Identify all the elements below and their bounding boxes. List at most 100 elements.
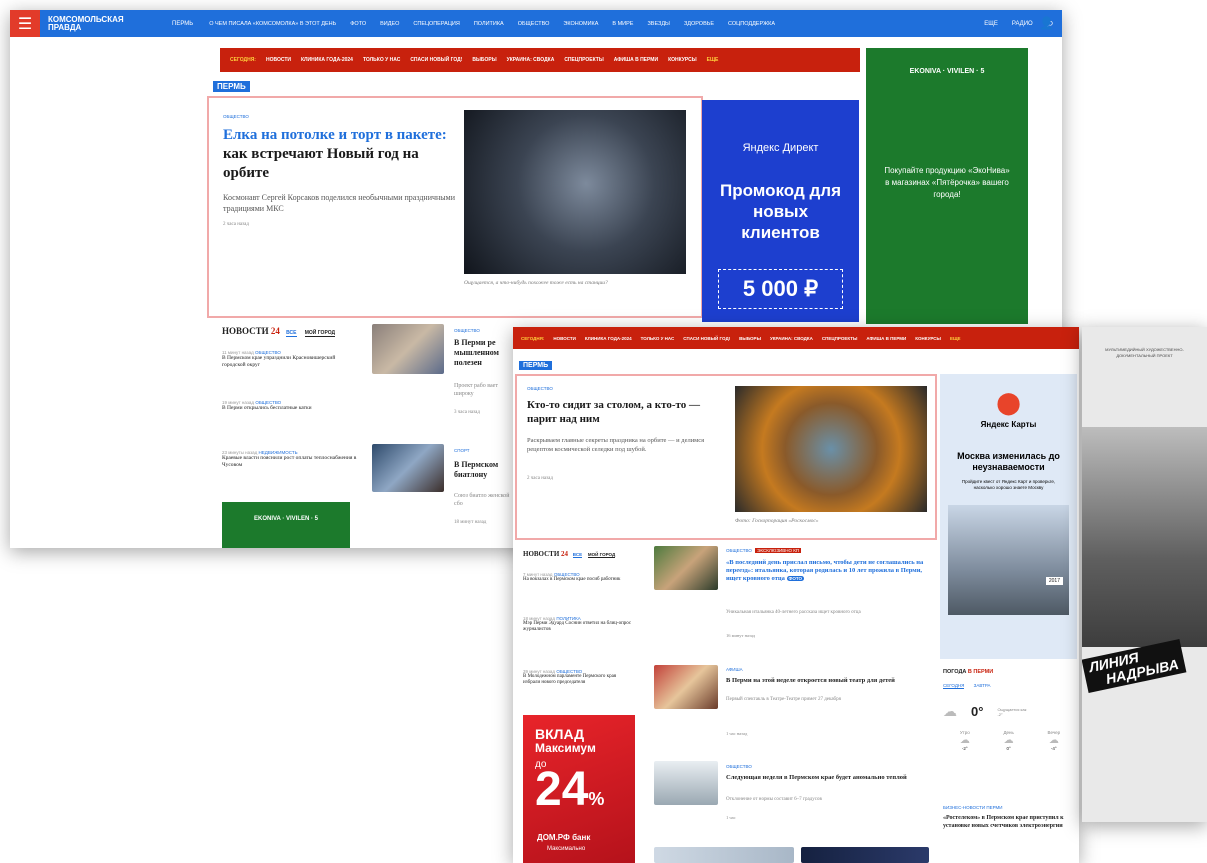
card-title[interactable]: В Пермском биатлону [454,460,514,480]
card-exclusive-tag[interactable]: ЭКСКЛЮЗИВНО КП [755,548,802,553]
top-nav-link[interactable]: ПОЛИТИКА [474,21,504,27]
section-nav-item[interactable]: АФИША В ПЕРМИ [866,336,906,341]
section-nav-item[interactable]: СПЕЦПРОЕКТЫ [564,57,603,63]
top-nav-link[interactable]: О ЧЕМ ПИСАЛА «КОМСОМОЛКА» В ЭТОТ ДЕНЬ [209,21,336,27]
section-nav-item[interactable]: КЛИНИКА ГОДА-2024 [585,336,632,341]
weather-period: Вечер ☁ -4° [1047,730,1060,751]
top-nav-link[interactable]: ВИДЕО [380,21,399,27]
news-item[interactable]: 18 минут назад ПОЛИТИКА Мэр Перми Эдуард… [523,616,633,633]
section-nav-item[interactable]: СПАСИ НОВЫЙ ГОД! [410,57,462,63]
section-nav-item[interactable]: СПЕЦПРОЕКТЫ [822,336,857,341]
ad-ekoniva[interactable]: EKONIVA · VIVILEN · 5 Покупайте продукци… [866,48,1028,324]
menu-icon[interactable]: ☰ [10,10,40,37]
weather-tab-tomorrow[interactable]: ЗАВТРА [974,683,991,688]
section-nav-more[interactable]: ЕЩЕ [950,336,961,341]
news-card-thumb[interactable] [801,847,929,863]
card-title[interactable]: В Перми на этой неделе откроется новый т… [726,677,931,685]
ad-bank-rate: 24% [535,766,635,823]
weather-widget: ПОГОДА В ПЕРМИ СЕГОДНЯ ЗАВТРА ☁ 0° Ощуща… [943,669,1077,751]
top-nav-link[interactable]: ЗДОРОВЬЕ [684,21,714,27]
lead-title-highlight: Елка на потолке и торт в пакете: [223,127,447,143]
section-nav-item[interactable]: СПАСИ НОВЫЙ ГОД! [683,336,730,341]
news-tab-city[interactable]: МОЙ ГОРОД [587,552,616,558]
news-item[interactable]: 11 минут назад ОБЩЕСТВО В Пермском крае … [222,350,357,369]
lead-photo[interactable] [735,386,927,512]
card-text: Отклонение от нормы составит 6–7 градусо… [726,797,822,802]
top-nav-link[interactable]: СОЦПОДДЕРЖКА [728,21,775,27]
card-tag[interactable]: ОБЩЕСТВО [726,548,752,553]
news-tab-all[interactable]: ВСЕ [286,330,297,337]
news-header-title: НОВОСТИ [222,326,269,336]
card-title[interactable]: Следующая неделя в Пермском крае будет а… [726,774,931,782]
more-menu[interactable]: ЕЩЕ [984,21,998,27]
section-nav-item[interactable]: НОВОСТИ [553,336,576,341]
section-nav-item[interactable]: КОНКУРСЫ [915,336,941,341]
news-card-thumb[interactable] [654,546,718,590]
business-news-block[interactable]: БИЗНЕС-НОВОСТИ ПЕРМИ «Ростелеком» в Перм… [943,805,1077,830]
news-card-thumb[interactable] [372,324,444,374]
weather-desc: Ощущается как -2° [997,706,1027,717]
card-tag[interactable]: ОБЩЕСТВО [454,328,480,333]
section-nav-item[interactable]: КЛИНИКА ГОДА-2024 [301,57,353,63]
ad-bank-brand: ДОМ.РФ банк [537,833,591,842]
news-card-thumb[interactable] [654,761,718,805]
section-nav-item[interactable]: КОНКУРСЫ [668,57,697,63]
news-card-thumb[interactable] [654,665,718,709]
lead-photo[interactable] [464,110,686,274]
top-nav-link[interactable]: ОБЩЕСТВО [518,21,550,27]
section-nav-item[interactable]: УКРАИНА: СВОДКА [770,336,813,341]
news-card-thumb[interactable] [372,444,444,492]
lead-tag[interactable]: ОБЩЕСТВО [527,386,553,391]
ad-bank-deposit[interactable]: ВКЛАД Максимум до 24% ДОМ.РФ банк Максим… [523,715,635,863]
news-card-thumb[interactable] [654,847,794,863]
weather-current: ☁ 0° Ощущается как -2° [943,703,1077,720]
news-item[interactable]: 19 минут назад ОБЩЕСТВО В Перми открылис… [222,400,357,412]
lead-story-card[interactable]: ОБЩЕСТВО Кто-то сидит за столом, а кто-т… [515,374,937,540]
user-icon[interactable]: 👤 [1039,16,1054,30]
section-nav-item[interactable]: УКРАИНА: СВОДКА [507,57,555,63]
top-nav-link[interactable]: В МИРЕ [612,21,633,27]
news-item[interactable]: 23 минуты назад НЕДВИЖИМОСТЬ Краевые вла… [222,450,357,469]
news-item[interactable]: 7 минут назад ОБЩЕСТВО На вокзалах в Пер… [523,572,633,583]
ad-headline: Промокод для новых клиентов [720,181,841,242]
news-tab-city[interactable]: МОЙ ГОРОД [304,330,336,337]
business-news-tag[interactable]: БИЗНЕС-НОВОСТИ ПЕРМИ [943,805,1077,810]
section-nav-more[interactable]: ЕЩЕ [707,57,719,63]
card-title[interactable]: «В последний день прислал письмо, чтобы … [726,559,936,583]
section-nav-item[interactable]: НОВОСТИ [266,57,291,63]
region-label[interactable]: ПЕРМЬ [213,81,250,92]
section-nav: СЕГОДНЯ: НОВОСТИ КЛИНИКА ГОДА-2024 ТОЛЬК… [220,48,860,72]
weather-tab-today[interactable]: СЕГОДНЯ [943,683,965,689]
weather-title: ПОГОДА В ПЕРМИ [943,669,1077,675]
ad-ekoniva-small[interactable]: EKONIVA · VIVILEN · 5 [222,502,350,548]
card-tag[interactable]: АФИША [726,667,743,672]
card-tag[interactable]: ОБЩЕСТВО [726,764,752,769]
screenshot-ad-banner: МУЛЬТИМЕДИЙНЫЙ ХУДОЖЕСТВЕННО-ДОКУМЕНТАЛЬ… [1082,327,1207,822]
section-nav-item[interactable]: ТОЛЬКО У НАС [641,336,675,341]
section-nav-item[interactable]: АФИША В ПЕРМИ [614,57,658,63]
top-nav-link[interactable]: ФОТО [350,21,366,27]
top-nav-link[interactable]: СПЕЦОПЕРАЦИЯ [413,21,459,27]
card-tag[interactable]: СПОРТ [454,448,470,453]
promo-title[interactable]: ЛИНИЯ НАДРЫВА [1082,638,1187,694]
region-label[interactable]: ПЕРМЬ [519,361,553,370]
top-nav-link[interactable]: ЗВЕЗДЫ [647,21,669,27]
card-title[interactable]: В Перми ре мышленном полезен [454,338,514,368]
site-logo[interactable]: КОМСОМОЛЬСКАЯ ПРАВДА [48,15,138,32]
section-nav-item[interactable]: ТОЛЬКО У НАС [363,57,400,63]
lead-story-card[interactable]: ОБЩЕСТВО Елка на потолке и торт в пакете… [207,96,703,318]
lead-title[interactable]: Елка на потолке и торт в пакете: как вст… [223,126,463,183]
top-nav-link[interactable]: ЭКОНОМИКА [563,21,598,27]
weather-tabs: СЕГОДНЯ ЗАВТРА [943,683,1077,689]
lead-tag[interactable]: ОБЩЕСТВО [223,114,249,119]
section-nav-item[interactable]: ВЫБОРЫ [472,57,496,63]
weather-periods: Утро ☁ -2° День ☁ 0° Вечер ☁ -4° [943,730,1077,751]
news-tab-all[interactable]: ВСЕ [572,552,583,558]
section-nav-item[interactable]: ВЫБОРЫ [739,336,761,341]
radio-link[interactable]: РАДИО [1012,21,1033,27]
lead-title[interactable]: Кто-то сидит за столом, а кто-то — парит… [527,398,727,426]
news-item[interactable]: 39 минут назад ОБЩЕСТВО В Молодежном пар… [523,669,633,686]
ad-yandex-direct[interactable]: Яндекс Директ Промокод для новых клиенто… [702,100,859,322]
city-selector[interactable]: ПЕРМЬ [172,21,193,27]
ad-yandex-maps[interactable]: ⬤ Яндекс Карты Москва изменилась до неуз… [940,374,1077,659]
